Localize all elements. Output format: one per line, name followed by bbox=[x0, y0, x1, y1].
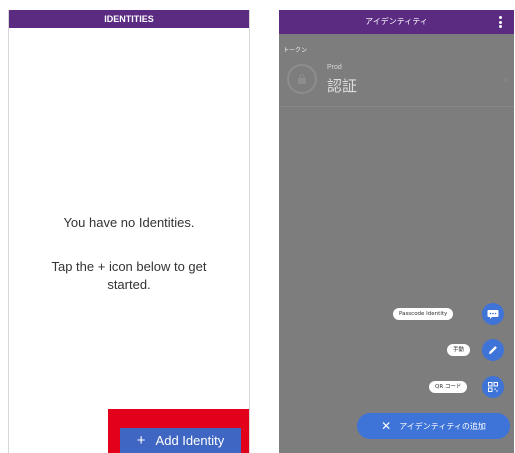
right-screen: アイデンティティ トークン Prod 認証 › Passcode Identit… bbox=[279, 10, 514, 453]
add-identity-button[interactable]: + Add Identity bbox=[120, 428, 241, 453]
manual-entry-button[interactable] bbox=[482, 339, 504, 361]
token-issuer: Prod bbox=[327, 64, 342, 71]
pencil-icon bbox=[489, 346, 497, 354]
chevron-right-icon: › bbox=[503, 73, 508, 86]
divider bbox=[279, 106, 514, 107]
passcode-identity-button[interactable] bbox=[482, 303, 504, 325]
close-icon: ✕ bbox=[381, 419, 392, 433]
chat-bubble-icon bbox=[487, 310, 499, 319]
app-header: アイデンティティ bbox=[279, 10, 514, 34]
page-title: IDENTITIES bbox=[9, 10, 249, 28]
passcode-identity-label[interactable]: Passcode Identity bbox=[393, 308, 454, 320]
empty-state-hint: Tap the + icon below to get started. bbox=[51, 259, 207, 292]
add-identity-label: アイデンティティの追加 bbox=[399, 421, 486, 431]
manual-entry-label[interactable]: 手動 bbox=[447, 344, 471, 356]
add-identity-label: Add Identity bbox=[155, 433, 225, 448]
qr-code-icon bbox=[488, 382, 498, 392]
kebab-menu-icon[interactable] bbox=[499, 16, 502, 28]
highlight-box: + Add Identity bbox=[108, 409, 249, 453]
qr-code-button[interactable] bbox=[482, 376, 504, 398]
qr-code-label[interactable]: QR コード bbox=[429, 381, 468, 393]
token-name: 認証 bbox=[327, 77, 358, 95]
left-screen: IDENTITIES You have no Identities. Tap t… bbox=[8, 10, 250, 453]
add-identity-fab[interactable]: ✕ アイデンティティの追加 bbox=[357, 413, 510, 439]
section-label: トークン bbox=[283, 47, 308, 54]
empty-state-title: You have no Identities. bbox=[63, 215, 195, 230]
lock-icon bbox=[287, 64, 317, 94]
token-list-item[interactable]: Prod 認証 › bbox=[279, 58, 514, 106]
plus-icon: + bbox=[136, 432, 146, 449]
page-title: アイデンティティ bbox=[365, 17, 428, 26]
